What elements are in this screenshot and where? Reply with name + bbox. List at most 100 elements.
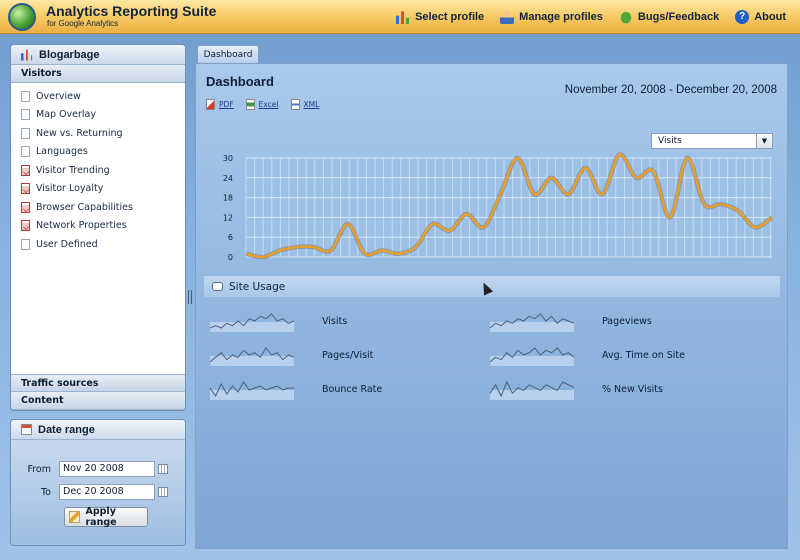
sidebar-item-user-defined[interactable]: User Defined: [21, 235, 185, 254]
report-icon: [21, 164, 30, 176]
y-tick-label: 12: [223, 213, 233, 222]
sidebar-item-label: User Defined: [36, 238, 98, 250]
sidebar-item-map-overlay[interactable]: Map Overlay: [21, 106, 185, 125]
app-title: Analytics Reporting Suite: [46, 3, 217, 19]
to-date-field[interactable]: Dec 20 2008: [59, 484, 155, 500]
app-logo-icon: [8, 3, 36, 31]
y-tick-label: 0: [228, 253, 233, 262]
report-icon: [21, 220, 30, 232]
metric-label: Pageviews: [602, 315, 652, 327]
sidebar-item-new-vs-returning[interactable]: New vs. Returning: [21, 124, 185, 143]
metric-label: Bounce Rate: [322, 383, 383, 395]
from-calendar-icon[interactable]: [158, 464, 168, 474]
dashboard-panel: Dashboard November 20, 2008 - December 2…: [195, 63, 788, 549]
sparkline: [490, 347, 574, 366]
date-range-title: Date range: [38, 423, 95, 436]
sidebar-item-visitor-trending[interactable]: Visitor Trending: [21, 161, 185, 180]
export-excel-link[interactable]: Excel: [245, 99, 279, 110]
export-pdf-label: PDF: [219, 100, 234, 109]
export-links: PDF Excel XML: [206, 99, 319, 110]
select-profile-button[interactable]: Select profile: [396, 10, 484, 24]
export-xml-label: XML: [303, 100, 320, 109]
about-button[interactable]: ? About: [735, 10, 786, 24]
from-date-field[interactable]: Nov 20 2008: [59, 461, 155, 477]
document-icon: [21, 146, 30, 158]
user-icon: [500, 10, 515, 24]
metric-row-bounce-rate[interactable]: Bounce Rate: [210, 378, 382, 400]
top-bar: Analytics Reporting Suite for Google Ana…: [0, 0, 800, 34]
metric-row-pages-visit[interactable]: Pages/Visit: [210, 344, 373, 366]
manage-profiles-button[interactable]: Manage profiles: [500, 10, 603, 24]
sidebar-item-label: Network Properties: [36, 220, 127, 232]
to-calendar-icon[interactable]: [158, 487, 168, 497]
sidebar-item-network-properties[interactable]: Network Properties: [21, 217, 185, 236]
manage-profiles-label: Manage profiles: [519, 11, 603, 23]
apply-range-label: Apply range: [85, 506, 117, 528]
sidebar-item-visitor-loyalty[interactable]: Visitor Loyalty: [21, 180, 185, 199]
site-usage-header: Site Usage: [204, 276, 780, 297]
metric-select[interactable]: Visits ▼: [651, 133, 773, 149]
sparkline: [210, 347, 294, 366]
export-xml-link[interactable]: XML: [290, 99, 320, 110]
profile-name: Blogarbage: [39, 48, 100, 61]
pencil-icon: [69, 511, 81, 523]
sidebar-item-languages[interactable]: Languages: [21, 143, 185, 162]
metric-row-pageviews[interactable]: Pageviews: [490, 310, 652, 332]
app-subtitle: for Google Analytics: [47, 19, 119, 28]
visits-chart-svg: 0 6 12 18 24 30: [223, 152, 774, 262]
metric-label: Pages/Visit: [322, 349, 374, 361]
about-label: About: [754, 11, 786, 23]
calendar-icon: [21, 424, 32, 435]
sparkline: [490, 380, 574, 400]
tab-dashboard[interactable]: Dashboard: [197, 45, 259, 63]
document-icon: [21, 109, 30, 121]
sidebar-panel: Blogarbage Visitors Overview Map Overlay N…: [10, 44, 186, 411]
chart-icon: [21, 49, 33, 61]
traffic-sources-section-header[interactable]: Traffic sources: [11, 374, 185, 392]
to-label: To: [40, 486, 51, 498]
report-icon: [21, 183, 30, 195]
site-usage-title: Site Usage: [229, 280, 286, 293]
metric-label: Visits: [322, 315, 348, 327]
document-icon: [21, 238, 30, 250]
top-nav: Select profile Manage profiles Bugs/Feed…: [396, 0, 800, 34]
select-profile-label: Select profile: [415, 11, 485, 23]
y-tick-label: 18: [223, 194, 233, 203]
excel-icon: [245, 99, 255, 110]
sidebar-item-browser-capabilities[interactable]: Browser Capabilities: [21, 198, 185, 217]
from-label: From: [27, 463, 51, 475]
from-row: From Nov 20 2008: [11, 461, 185, 477]
page-title: Dashboard: [206, 74, 274, 89]
date-range-panel: Date range From Nov 20 2008 To Dec 20 20…: [10, 419, 186, 546]
sidebar-item-label: Overview: [36, 90, 81, 102]
panel-splitter[interactable]: [188, 290, 192, 304]
y-tick-label: 24: [223, 174, 233, 183]
sidebar-item-overview[interactable]: Overview: [21, 87, 185, 106]
chevron-down-icon[interactable]: ▼: [756, 134, 772, 148]
xml-icon: [290, 99, 300, 110]
export-pdf-link[interactable]: PDF: [206, 99, 234, 110]
bug-icon: [618, 10, 633, 24]
visits-chart: 0 6 12 18 24 30: [196, 152, 789, 262]
metric-select-value: Visits: [658, 136, 682, 146]
sidebar-item-label: New vs. Returning: [36, 127, 123, 139]
document-icon: [21, 127, 30, 139]
sidebar-item-label: Visitor Loyalty: [36, 183, 104, 195]
visitors-section-header[interactable]: Visitors: [11, 65, 185, 83]
content-section-header[interactable]: Content: [11, 392, 185, 410]
metric-row-avg-time-on-site[interactable]: Avg. Time on Site: [490, 344, 685, 366]
pdf-icon: [206, 99, 215, 110]
metric-row-visits[interactable]: Visits: [210, 310, 347, 332]
to-row: To Dec 20 2008: [11, 484, 185, 500]
help-icon: ?: [735, 10, 750, 24]
sidebar-item-label: Languages: [36, 146, 88, 158]
apply-range-button[interactable]: Apply range: [64, 506, 148, 528]
bugs-feedback-button[interactable]: Bugs/Feedback: [618, 10, 719, 24]
metric-label: % New Visits: [602, 383, 663, 395]
sparkline: [210, 381, 294, 400]
date-range-header: Date range: [11, 420, 185, 440]
metric-row--new-visits[interactable]: % New Visits: [490, 378, 663, 400]
sidebar-item-label: Map Overlay: [36, 109, 97, 121]
speech-bubble-icon: [212, 282, 223, 291]
metric-label: Avg. Time on Site: [602, 349, 685, 361]
